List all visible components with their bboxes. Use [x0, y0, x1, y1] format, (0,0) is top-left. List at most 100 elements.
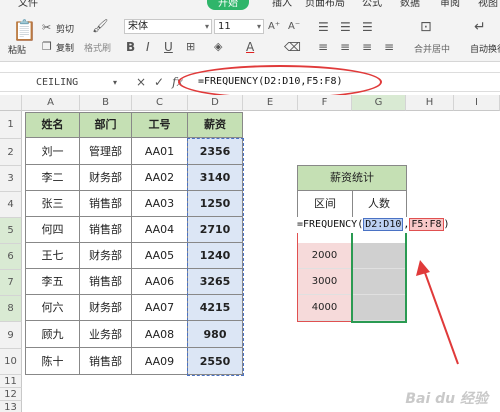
table-cell[interactable]: 王七 [25, 243, 80, 269]
table-cell[interactable]: AA01 [132, 138, 188, 165]
paste-icon[interactable]: 📋 [12, 20, 37, 40]
align-center-icon[interactable]: ≡ [340, 40, 350, 54]
table-cell[interactable]: 李二 [25, 165, 80, 191]
menu-data[interactable]: 数据 [400, 0, 420, 9]
header-name[interactable]: 姓名 [25, 112, 80, 138]
header-salary[interactable]: 薪资 [187, 112, 243, 138]
table-cell[interactable]: AA09 [132, 348, 188, 375]
column-header-g[interactable]: G [352, 95, 406, 111]
menu-view[interactable]: 视图 [478, 0, 498, 9]
cancel-icon[interactable]: × [136, 75, 146, 89]
font-size-select[interactable]: 11 ▾ [214, 19, 264, 34]
column-header-f[interactable]: F [298, 95, 352, 111]
table-cell[interactable]: 李五 [25, 269, 80, 295]
row-header-4[interactable]: 4 [0, 192, 22, 218]
format-painter-icon[interactable]: 🖌 [92, 20, 109, 34]
table-cell[interactable]: AA03 [132, 191, 188, 217]
table-cell[interactable]: 业务部 [80, 321, 132, 348]
row-header-10[interactable]: 10 [0, 349, 22, 375]
header-id[interactable]: 工号 [131, 112, 188, 138]
header-dept[interactable]: 部门 [79, 112, 132, 138]
table-cell[interactable]: AA08 [132, 321, 188, 348]
column-header-d[interactable]: D [188, 95, 243, 111]
column-header-e[interactable]: E [243, 95, 298, 111]
select-all-corner[interactable] [0, 95, 22, 111]
menu-review[interactable]: 审阅 [440, 0, 460, 9]
align-top-icon[interactable]: ☰ [318, 20, 329, 34]
tab-start[interactable]: 开始 [207, 0, 249, 10]
table-cell[interactable]: 销售部 [80, 348, 132, 375]
table-cell[interactable]: 顾九 [25, 321, 80, 348]
copy-icon[interactable]: ❐ [42, 40, 52, 54]
auto-wrap-icon[interactable]: ↵ [474, 20, 486, 34]
column-header-a[interactable]: A [22, 95, 80, 111]
row-header-12[interactable]: 12 [0, 388, 22, 401]
row-header-2[interactable]: 2 [0, 139, 22, 166]
auto-wrap-button[interactable]: 自动换行 [470, 42, 500, 55]
name-box[interactable]: CEILING [6, 75, 118, 90]
row-header-8[interactable]: 8 [0, 296, 22, 322]
table-cell[interactable]: 财务部 [80, 165, 132, 191]
underline-button[interactable]: U [164, 40, 173, 54]
column-header-i[interactable]: I [454, 95, 500, 111]
table-cell[interactable]: 张三 [25, 191, 80, 217]
font-grow-icon[interactable]: A⁺ [268, 20, 280, 34]
merge-center-button[interactable]: 合并居中 [414, 42, 450, 55]
stats-title[interactable]: 薪资统计 [297, 165, 407, 191]
row-header-3[interactable]: 3 [0, 166, 22, 192]
justify-icon[interactable]: ≡ [384, 40, 394, 54]
column-header-h[interactable]: H [406, 95, 454, 111]
table-cell[interactable]: AA05 [132, 243, 188, 269]
cut-button[interactable]: 剪切 [56, 22, 74, 35]
clear-format-icon[interactable]: ⌫ [284, 40, 301, 54]
column-header-b[interactable]: B [80, 95, 132, 111]
chevron-down-icon[interactable]: ▾ [113, 78, 117, 87]
fill-color-icon[interactable]: ◈ [214, 40, 222, 54]
align-bottom-icon[interactable]: ☰ [362, 20, 373, 34]
align-right-icon[interactable]: ≡ [362, 40, 372, 54]
border-icon[interactable]: ⊞ [186, 40, 195, 54]
copy-button[interactable]: 复制 [56, 41, 74, 54]
spreadsheet-grid[interactable]: A B C D E F G H I 1 2 3 4 5 6 7 8 9 10 1… [0, 95, 500, 412]
table-cell[interactable]: 刘一 [25, 138, 80, 165]
cell-formula-f5[interactable]: =FREQUENCY(D2:D10, F5:F8) [297, 217, 450, 233]
table-cell[interactable]: 陈十 [25, 348, 80, 375]
font-shrink-icon[interactable]: A⁻ [288, 20, 300, 34]
table-cell[interactable]: 销售部 [80, 191, 132, 217]
row-header-1[interactable]: 1 [0, 111, 22, 139]
format-painter-button[interactable]: 格式刷 [84, 41, 111, 54]
row-header-13[interactable]: 13 [0, 401, 22, 412]
table-cell[interactable]: AA06 [132, 269, 188, 295]
row-header-7[interactable]: 7 [0, 270, 22, 296]
font-color-button[interactable]: A [246, 40, 254, 54]
menu-file[interactable]: 文件 [18, 0, 38, 9]
row-header-11[interactable]: 11 [0, 375, 22, 388]
table-cell[interactable]: 财务部 [80, 243, 132, 269]
table-cell[interactable]: 管理部 [80, 138, 132, 165]
menu-page-layout[interactable]: 页面布局 [305, 0, 345, 9]
table-cell[interactable]: 何四 [25, 217, 80, 243]
italic-button[interactable]: I [146, 40, 150, 54]
align-middle-icon[interactable]: ☰ [340, 20, 351, 34]
table-cell[interactable]: 财务部 [80, 295, 132, 321]
menu-formula[interactable]: 公式 [362, 0, 382, 9]
stats-header-interval[interactable]: 区间 [297, 191, 353, 218]
table-cell[interactable]: AA02 [132, 165, 188, 191]
stats-header-count[interactable]: 人数 [352, 191, 407, 218]
menu-insert[interactable]: 插入 [272, 0, 292, 9]
align-left-icon[interactable]: ≡ [318, 40, 328, 54]
table-cell[interactable]: 销售部 [80, 217, 132, 243]
bold-button[interactable]: B [126, 40, 135, 54]
row-header-5[interactable]: 5 [0, 218, 22, 244]
row-header-9[interactable]: 9 [0, 322, 22, 349]
table-cell[interactable]: AA04 [132, 217, 188, 243]
paste-button[interactable]: 粘贴 [8, 43, 26, 56]
table-cell[interactable]: 销售部 [80, 269, 132, 295]
column-header-c[interactable]: C [132, 95, 188, 111]
table-cell[interactable]: 何六 [25, 295, 80, 321]
row-header-6[interactable]: 6 [0, 244, 22, 270]
font-name-select[interactable]: 宋体 ▾ [124, 19, 212, 34]
table-cell[interactable]: AA07 [132, 295, 188, 321]
cut-icon[interactable]: ✂ [42, 21, 51, 35]
confirm-icon[interactable]: ✓ [154, 75, 164, 89]
